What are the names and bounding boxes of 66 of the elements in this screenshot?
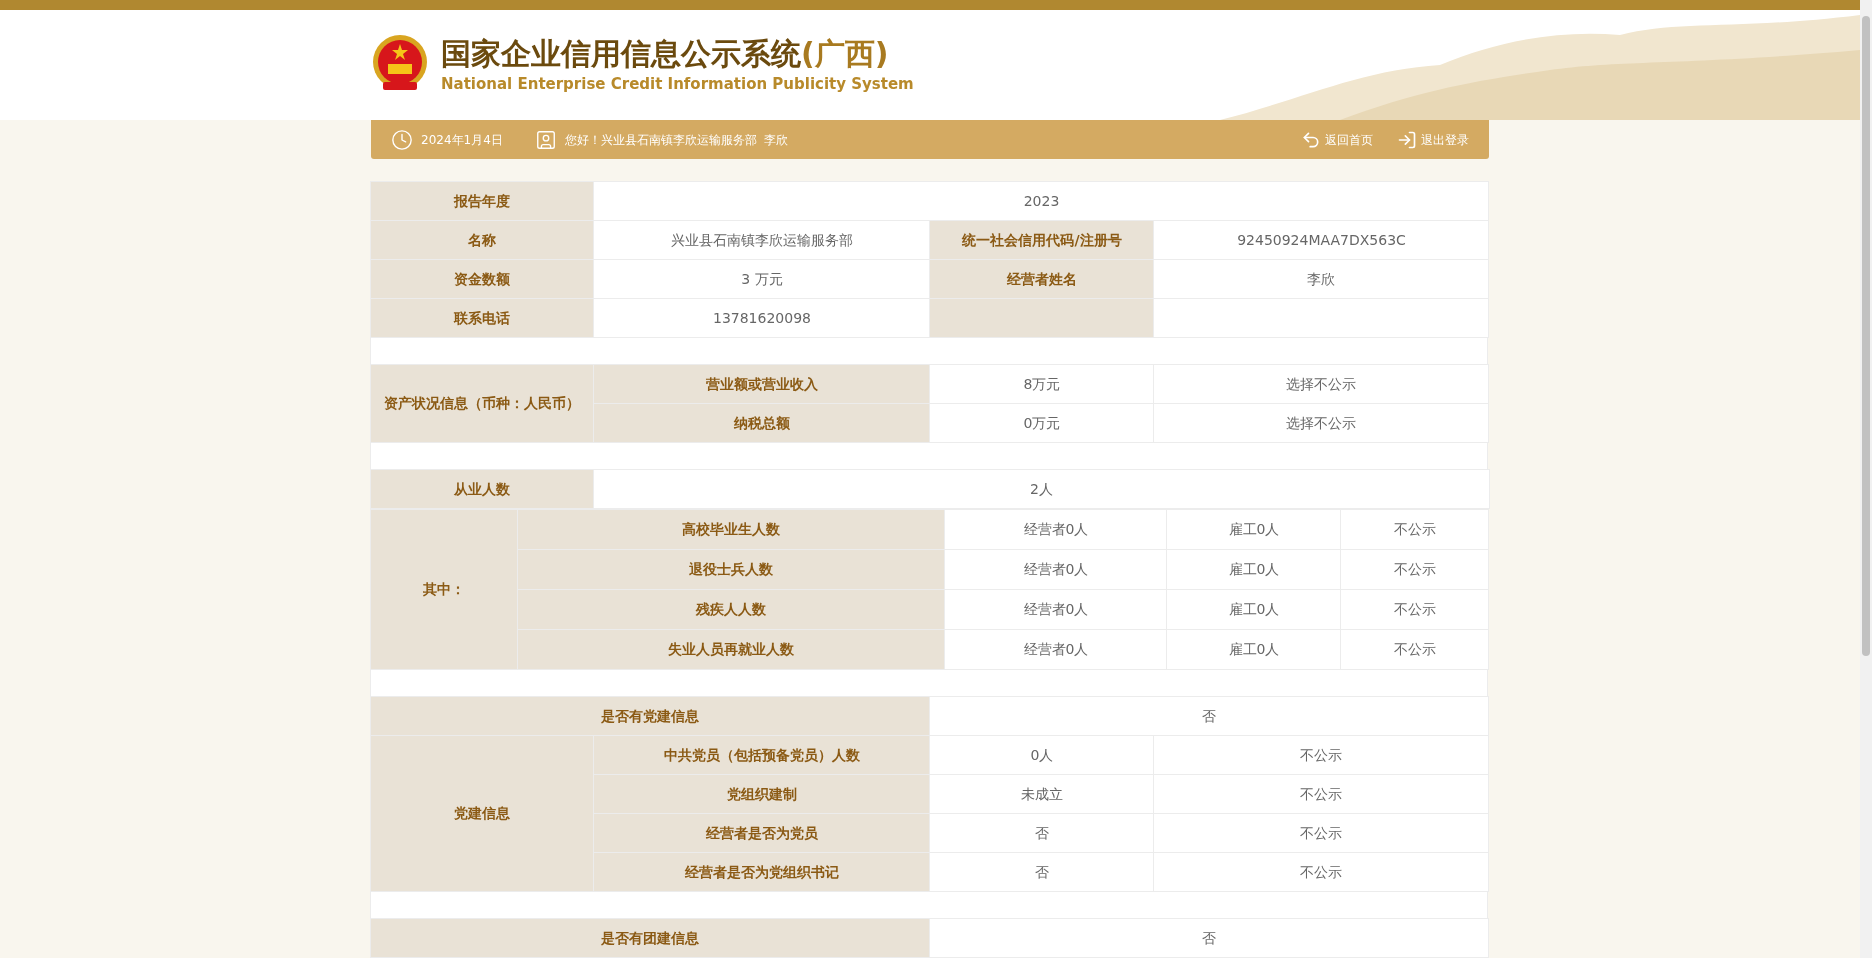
table-cell: 雇工0人 [1167, 549, 1341, 590]
row-header: 资金数额 [371, 259, 594, 299]
table-cell: 经营者0人 [945, 589, 1167, 630]
table-cell: 经营者0人 [945, 629, 1167, 670]
table-cell: 否 [930, 852, 1154, 892]
table-cell: 兴业县石南镇李欣运输服务部 [594, 220, 930, 260]
table-cell: 2023 [594, 181, 1489, 221]
table-cell: 不公示 [1154, 852, 1489, 892]
table-cell: 92450924MAA7DX563C [1154, 220, 1489, 260]
table-cell: 李欣 [1154, 259, 1489, 299]
table-cell: 选择不公示 [1154, 364, 1489, 404]
table-cell: 不公示 [1341, 509, 1489, 550]
nav-link[interactable]: 退出登录 [1397, 129, 1469, 150]
row-header: 经营者姓名 [930, 259, 1154, 299]
row-header: 资产状况信息（币种：人民币） [371, 364, 594, 443]
nav-link[interactable]: 返回首页 [1301, 129, 1373, 150]
table-cell: 不公示 [1154, 813, 1489, 853]
row-header: 残疾人人数 [518, 589, 945, 630]
table-cell: 8万元 [930, 364, 1154, 404]
return-icon [1301, 129, 1321, 150]
row-header: 失业人员再就业人数 [518, 629, 945, 670]
date-text: 2024年1月4日 [421, 131, 503, 149]
table-cell: 经营者0人 [945, 549, 1167, 590]
table-cell: 不公示 [1154, 735, 1489, 775]
table-cell: 0万元 [930, 403, 1154, 443]
row-header: 经营者是否为党员 [594, 813, 930, 853]
row-header: 高校毕业生人数 [518, 509, 945, 550]
user-icon [534, 128, 557, 151]
row-header: 名称 [371, 220, 594, 260]
row-header: 党建信息 [371, 735, 594, 892]
table-cell: 不公示 [1154, 774, 1489, 814]
table-cell: 否 [930, 918, 1489, 958]
row-header: 是否有团建信息 [371, 918, 930, 958]
row-header: 营业额或营业收入 [594, 364, 930, 404]
row-header: 经营者是否为党组织书记 [594, 852, 930, 892]
table-cell: 选择不公示 [1154, 403, 1489, 443]
clock-icon [391, 128, 413, 151]
table-cell: 不公示 [1341, 549, 1489, 590]
site-title: 国家企业信用信息公示系统 [441, 35, 801, 73]
table-cell: 雇工0人 [1167, 589, 1341, 630]
table-cell: 未成立 [930, 774, 1154, 814]
logout-icon [1397, 129, 1417, 150]
region-label: (广西) [801, 35, 889, 73]
table-cell: 3 万元 [594, 259, 930, 299]
site-subtitle: National Enterprise Credit Information Publicity System [441, 73, 914, 95]
row-header: 党组织建制 [594, 774, 930, 814]
row-header: 是否有党建信息 [371, 696, 930, 736]
table-cell: 雇工0人 [1167, 509, 1341, 550]
table-cell: 否 [930, 696, 1489, 736]
row-header: 中共党员（包括预备党员）人数 [594, 735, 930, 775]
table-cell: 不公示 [1341, 589, 1489, 630]
row-header: 其中： [371, 509, 518, 670]
table-cell: 经营者0人 [945, 509, 1167, 550]
table-cell: 13781620098 [594, 298, 930, 338]
row-header: 从业人数 [371, 469, 594, 509]
row-header: 纳税总额 [594, 403, 930, 443]
row-header: 退役士兵人数 [518, 549, 945, 590]
row-header: 统一社会信用代码/注册号 [930, 220, 1154, 260]
table-cell: 0人 [930, 735, 1154, 775]
table-cell: 雇工0人 [1167, 629, 1341, 670]
table-cell: 2人 [594, 469, 1489, 509]
greeting-text: 您好！兴业县石南镇李欣运输服务部 李欣 [564, 131, 789, 149]
row-header: 联系电话 [371, 298, 594, 338]
table-cell: 不公示 [1341, 629, 1489, 670]
row-header: 报告年度 [371, 181, 594, 221]
table-cell: 否 [930, 813, 1154, 853]
